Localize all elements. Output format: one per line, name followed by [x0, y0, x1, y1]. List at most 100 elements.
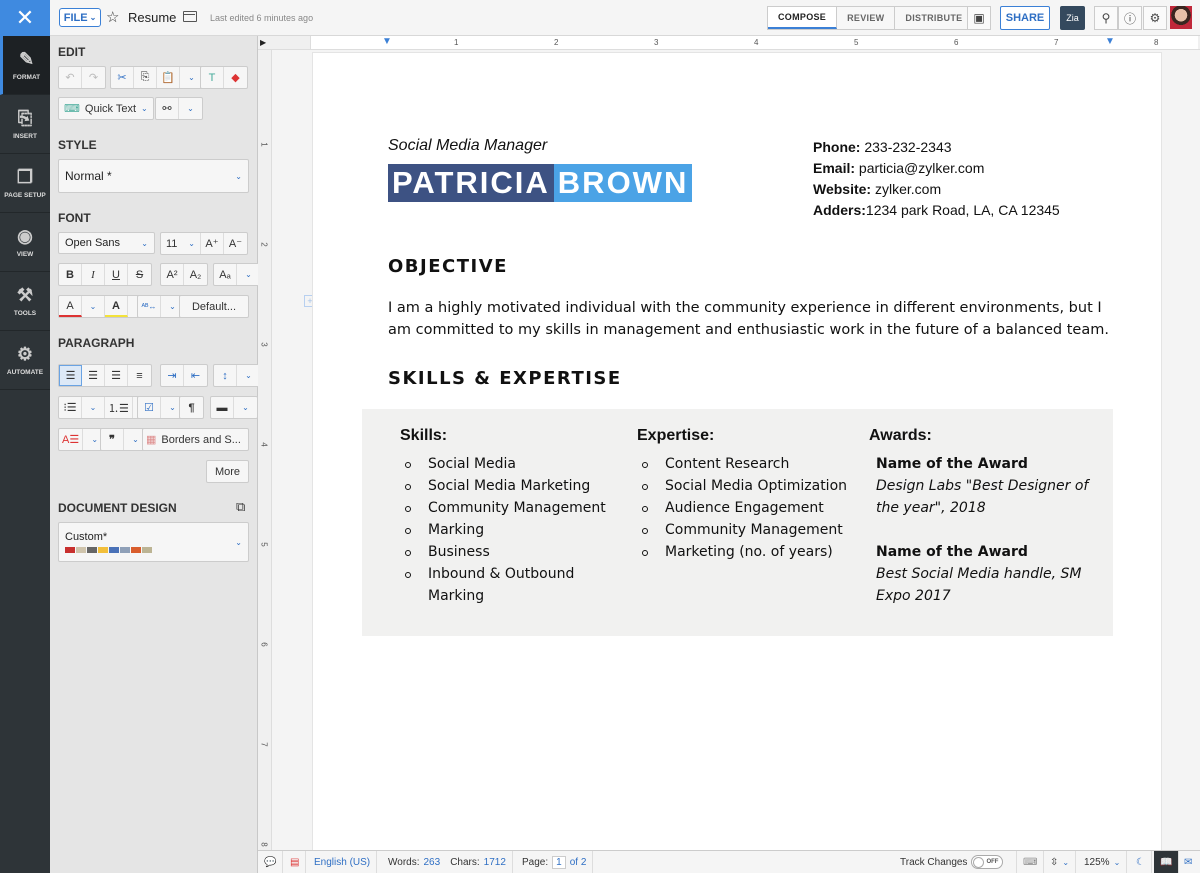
font-color-dropdown[interactable]: ⌄	[82, 296, 105, 317]
redo-button[interactable]: ↷	[82, 67, 105, 88]
nav-label: PAGE SETUP	[4, 191, 46, 199]
bullet-list-dropdown[interactable]: ⌄	[82, 397, 105, 418]
info-button[interactable]: ⓘ	[1118, 6, 1142, 30]
find-button[interactable]: ⚯	[156, 98, 179, 119]
checklist-button[interactable]: ☑	[138, 397, 161, 418]
line-spacing-dropdown[interactable]: ⌄	[237, 365, 260, 386]
align-right-button[interactable]: ☰	[105, 365, 128, 386]
default-style-button[interactable]: Default...	[180, 296, 248, 317]
nav-page-setup[interactable]: ❐ PAGE SETUP	[0, 154, 50, 213]
list-item: Social Media Optimization	[637, 475, 862, 497]
tab-review[interactable]: REVIEW	[837, 7, 896, 29]
present-button[interactable]: ▣	[967, 6, 991, 30]
bold-button[interactable]: B	[59, 264, 82, 285]
borders-shading-button[interactable]: ▦ Borders and S...	[143, 429, 248, 450]
horizontal-ruler[interactable]: ▶ ▼ ▼ 1 2 3 4 5 6 7 8	[258, 36, 1200, 50]
nav-format[interactable]: ✎ FORMAT	[0, 36, 50, 95]
comments-button[interactable]: 💬	[258, 851, 284, 873]
job-title: Social Media Manager	[388, 137, 548, 154]
line-spacing-button[interactable]: ↕	[214, 365, 237, 386]
left-indent-marker[interactable]: ▼	[382, 36, 392, 47]
script-group: A² A₂	[160, 263, 208, 286]
document-page[interactable]: Social Media Manager PATRICIA BROWN Phon…	[312, 52, 1162, 852]
external-link-icon[interactable]: ⧉	[236, 499, 245, 515]
nav-view[interactable]: ◉ VIEW	[0, 213, 50, 272]
mail-icon: ✉	[1184, 856, 1193, 868]
strikethrough-button[interactable]: S	[128, 264, 151, 285]
tab-compose[interactable]: COMPOSE	[768, 7, 838, 29]
nav-automate[interactable]: ⚙ AUTOMATE	[0, 331, 50, 390]
paste-button[interactable]: 📋	[157, 67, 180, 88]
errors-button[interactable]: ▤	[284, 851, 307, 873]
document-design-select[interactable]: Custom* ⌄	[58, 522, 249, 562]
numbered-list-button[interactable]: ⒈☰	[105, 397, 133, 418]
settings-button[interactable]: ⚙	[1143, 6, 1167, 30]
zia-button[interactable]: Zia	[1060, 6, 1085, 30]
document-title[interactable]: Resume	[128, 10, 176, 25]
show-formatting-button[interactable]: ¶	[180, 397, 203, 418]
ruler-number: 6	[259, 642, 269, 647]
increase-font-button[interactable]: A⁺	[201, 233, 224, 254]
italic-button[interactable]: I	[82, 264, 105, 285]
user-avatar[interactable]	[1170, 6, 1192, 29]
paragraph-spacing-button[interactable]: A☰	[59, 429, 84, 450]
change-case-button[interactable]: Aₐ	[214, 264, 237, 285]
zoom-select[interactable]: 125% ⌄	[1078, 851, 1128, 873]
paragraph-spacing-icon: A☰	[62, 434, 80, 446]
ruler-toggle-icon[interactable]: ▶	[260, 38, 266, 47]
text-direction-button[interactable]: ▬	[211, 397, 234, 418]
underline-button[interactable]: U	[105, 264, 128, 285]
tab-distribute[interactable]: DISTRIBUTE	[895, 7, 972, 29]
style-select[interactable]: Normal * ⌄	[58, 159, 249, 193]
language-button[interactable]: English (US)	[308, 851, 378, 873]
align-center-button[interactable]: ☰	[82, 365, 105, 386]
decrease-indent-button[interactable]: ⇤	[184, 365, 207, 386]
change-case-dropdown[interactable]: ⌄	[237, 264, 260, 285]
cut-button[interactable]: ✂	[111, 67, 134, 88]
right-indent-marker[interactable]: ▼	[1105, 36, 1115, 47]
keyboard-button[interactable]: ⌨	[1016, 851, 1045, 873]
chevron-down-icon: ⌄	[141, 238, 148, 248]
search-button[interactable]: ⚲	[1094, 6, 1118, 30]
font-size-select[interactable]: 11 ⌄	[161, 233, 201, 254]
quick-text-button[interactable]: ⌨ Quick Text ⌄	[59, 98, 153, 119]
folder-icon[interactable]	[183, 11, 197, 22]
increase-indent-button[interactable]: ⇥	[161, 365, 184, 386]
copy-button[interactable]: ⎘	[134, 67, 157, 88]
more-button[interactable]: More	[207, 461, 248, 482]
file-menu-button[interactable]: FILE ⌄	[59, 8, 101, 27]
favorite-star-icon[interactable]: ☆	[106, 8, 119, 26]
align-left-button[interactable]: ☰	[59, 365, 82, 386]
page-input[interactable]: 1	[552, 855, 566, 869]
bullet-list-button[interactable]: ⁝☰	[59, 397, 82, 418]
undo-button[interactable]: ↶	[59, 67, 82, 88]
page-fit-button[interactable]: ⇳ ⌄	[1044, 851, 1077, 873]
format-painter-button[interactable]: T	[201, 67, 224, 88]
text-direction-dropdown[interactable]: ⌄	[234, 397, 257, 418]
track-changes: Track Changes OFF	[894, 851, 1009, 873]
share-button[interactable]: SHARE	[1000, 6, 1050, 30]
close-button[interactable]: ✕	[0, 0, 50, 36]
feedback-button[interactable]: ✉	[1178, 851, 1198, 873]
reading-mode-button[interactable]: 📖	[1154, 851, 1180, 873]
char-spacing-button[interactable]: ᴬᴮ↔	[138, 296, 161, 317]
nav-insert[interactable]: ⎘ INSERT	[0, 95, 50, 154]
night-mode-button[interactable]: ☾	[1130, 851, 1152, 873]
nav-tools[interactable]: ⚒ TOOLS	[0, 272, 50, 331]
justify-button[interactable]: ≡	[128, 365, 151, 386]
track-changes-toggle[interactable]: OFF	[971, 855, 1004, 869]
find-options-dropdown[interactable]: ⌄	[179, 98, 202, 119]
font-color-button[interactable]: A	[59, 296, 82, 317]
list-item: Community Management	[637, 519, 862, 541]
vertical-ruler[interactable]: 1 2 3 4 5 6 7 8	[258, 50, 272, 850]
expertise-column: Expertise: Content Research Social Media …	[637, 427, 862, 563]
quote-button[interactable]: ❞	[101, 429, 124, 450]
highlight-color-button[interactable]: A	[105, 296, 128, 317]
decrease-font-button[interactable]: A⁻	[224, 233, 247, 254]
superscript-button[interactable]: A²	[161, 264, 184, 285]
clear-format-button[interactable]: ◆	[224, 67, 247, 88]
font-family-select[interactable]: Open Sans ⌄	[58, 232, 155, 254]
word-count[interactable]: Words: 263 Chars: 1712	[382, 851, 513, 873]
subscript-button[interactable]: A₂	[184, 264, 207, 285]
italic-icon: I	[91, 268, 95, 281]
